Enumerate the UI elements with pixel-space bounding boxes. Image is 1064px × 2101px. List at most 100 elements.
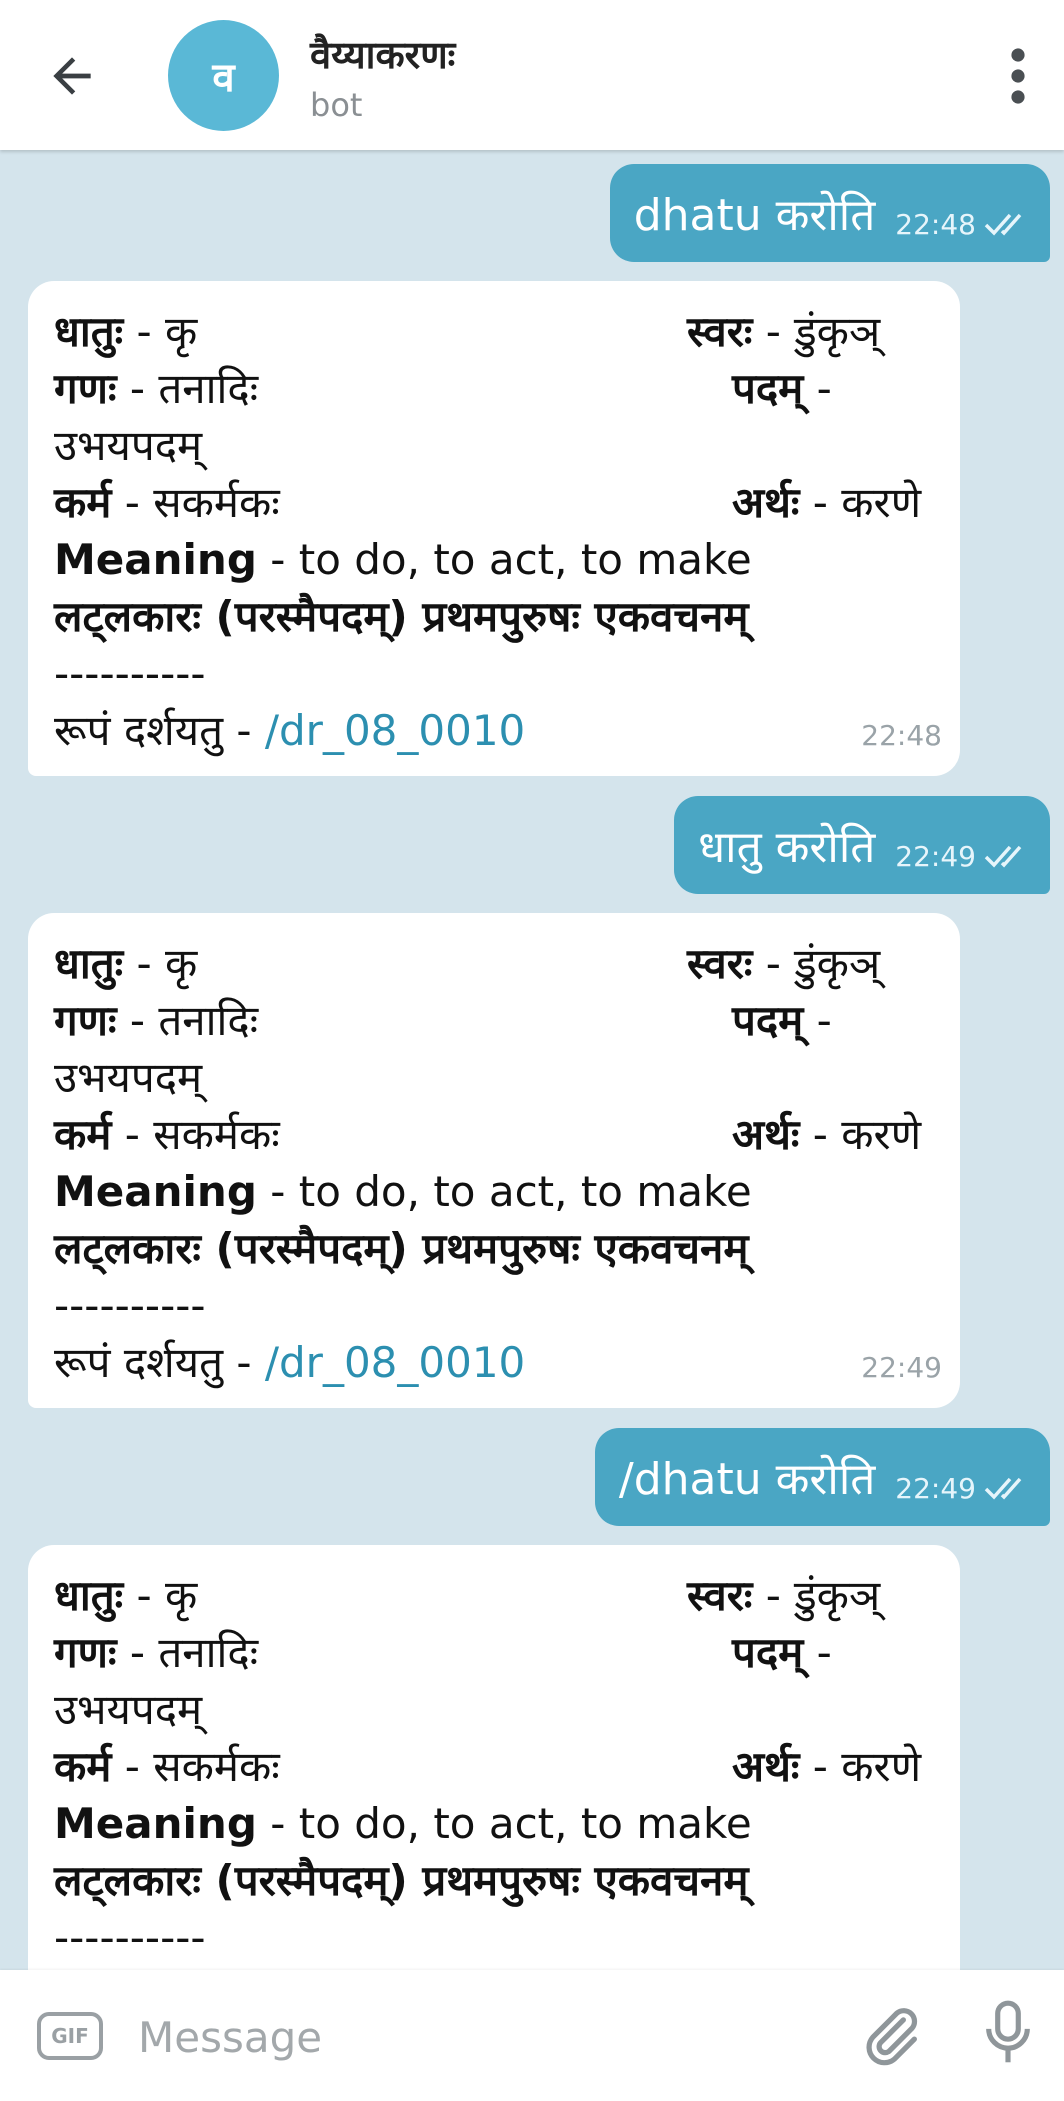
swara-label: स्वरः <box>687 1571 753 1620</box>
karma-value: - सकर्मकः <box>111 1742 280 1791</box>
pada-continued: उभयपदम् <box>54 1681 934 1738</box>
gana-value: - तनादिः <box>116 996 259 1045</box>
pada-field: पदम् - <box>732 360 832 417</box>
separator: ---------- <box>54 1913 206 1962</box>
pada-label: पदम् <box>732 1628 804 1677</box>
more-vertical-icon[interactable] <box>1000 46 1036 106</box>
artha-field: अर्थः - करणे <box>732 1106 921 1163</box>
chat-header: व वैय्याकरणः bot <box>0 0 1064 150</box>
double-check-icon <box>984 213 1022 236</box>
karma-row: कर्म - सकर्मकः अर्थः - करणे <box>54 1106 934 1163</box>
separator: ---------- <box>54 649 206 698</box>
message-text: /dhatu करोति <box>618 1454 876 1505</box>
message-input[interactable] <box>136 2000 840 2074</box>
artha-label: अर्थः <box>732 478 800 527</box>
arrow-left-icon[interactable] <box>44 48 100 104</box>
pada-cont-text: उभयपदम् <box>54 1685 203 1734</box>
swara-field: स्वरः - डुंकृञ् <box>687 1567 880 1624</box>
pada-field: पदम् - <box>732 1624 832 1681</box>
meaning-row: Meaning - to do, to act, to make <box>54 1163 934 1220</box>
double-check-icon <box>984 845 1022 868</box>
karma-label: कर्म <box>54 1742 112 1791</box>
karma-row: कर्म - सकर्मकः अर्थः - करणे <box>54 474 934 531</box>
artha-value: - करणे <box>799 478 922 527</box>
gana-value: - तनादिः <box>116 364 259 413</box>
artha-field: अर्थः - करणे <box>732 1738 921 1795</box>
swara-label: स्वरः <box>687 939 753 988</box>
karma-label: कर्म <box>54 478 112 527</box>
swara-value: - डुंकृञ् <box>752 1571 881 1620</box>
message-input-bar: GIF <box>0 1970 1064 2101</box>
artha-value: - करणे <box>799 1110 922 1159</box>
karma-row: कर्म - सकर्मकः अर्थः - करणे <box>54 1738 934 1795</box>
outgoing-message[interactable]: धातु करोति 22:49 <box>674 796 1050 894</box>
meaning-row: Meaning - to do, to act, to make <box>54 1795 934 1852</box>
incoming-message[interactable]: धातुः - कृ स्वरः - डुंकृञ् गणः - तनादिः … <box>28 913 960 1408</box>
dhatu-value: - कृ <box>123 307 198 356</box>
pada-value: - <box>803 1628 832 1677</box>
meaning-label: Meaning <box>54 535 257 584</box>
rupa-label: रूपं दर्शयतु - <box>54 1338 265 1387</box>
karma-value: - सकर्मकः <box>111 1110 280 1159</box>
pada-cont-text: उभयपदम् <box>54 1053 203 1102</box>
outgoing-message[interactable]: /dhatu करोति 22:49 <box>594 1428 1050 1526</box>
message-text: dhatu करोति <box>633 190 876 241</box>
message-text: धातु करोति <box>698 822 876 873</box>
incoming-message[interactable]: धातुः - कृ स्वरः - डुंकृञ् गणः - तनादिः … <box>28 281 960 776</box>
outgoing-message[interactable]: dhatu करोति 22:48 <box>609 164 1050 262</box>
rupa-link[interactable]: /dr_08_0010 <box>265 706 525 755</box>
separator: ---------- <box>54 1281 206 1330</box>
karma-label: कर्म <box>54 1110 112 1159</box>
message-list[interactable]: dhatu करोति 22:48 धातुः - कृ स्वरः - डुं… <box>0 150 1064 1970</box>
swara-field: स्वरः - डुंकृञ् <box>687 935 880 992</box>
meaning-value: - to do, to act, to make <box>256 1167 752 1216</box>
pada-cont-text: उभयपदम् <box>54 421 203 470</box>
artha-label: अर्थः <box>732 1742 800 1791</box>
dhatu-label: धातुः <box>54 939 124 988</box>
pada-continued: उभयपदम् <box>54 1049 934 1106</box>
swara-field: स्वरः - डुंकृञ् <box>687 303 880 360</box>
meaning-value: - to do, to act, to make <box>256 535 752 584</box>
pada-value: - <box>803 364 832 413</box>
pada-label: पदम् <box>732 364 804 413</box>
avatar[interactable]: व <box>168 20 279 131</box>
pada-label: पदम् <box>732 996 804 1045</box>
karma-value: - सकर्मकः <box>111 478 280 527</box>
gana-row: गणः - तनादिः पदम् - <box>54 992 934 1049</box>
pada-value: - <box>803 996 832 1045</box>
pada-field: पदम् - <box>732 992 832 1049</box>
gana-label: गणः <box>54 364 117 413</box>
message-meta: 22:49 <box>895 840 1030 873</box>
rupa-link[interactable]: /dr_08_0010 <box>265 1338 525 1387</box>
artha-field: अर्थः - करणे <box>732 474 921 531</box>
lakara-row: लट्लकारः (परस्मैपदम्) प्रथमपुरुषः एकवचनम… <box>54 1224 749 1273</box>
message-time: 22:49 <box>895 1471 976 1505</box>
gana-row: गणः - तनादिः पदम् - <box>54 1624 934 1681</box>
message-time: 22:48 <box>895 207 976 241</box>
paperclip-icon[interactable] <box>858 2002 924 2068</box>
incoming-message[interactable]: धातुः - कृ स्वरः - डुंकृञ् गणः - तनादिः … <box>28 1545 960 1970</box>
meaning-value: - to do, to act, to make <box>256 1799 752 1848</box>
dhatu-row: धातुः - कृ स्वरः - डुंकृञ् <box>54 303 934 360</box>
gana-row: गणः - तनादिः पदम् - <box>54 360 934 417</box>
gif-icon[interactable]: GIF <box>37 2012 103 2060</box>
dhatu-label: धातुः <box>54 1571 124 1620</box>
chat-title[interactable]: वैय्याकरणः <box>310 28 455 80</box>
microphone-icon[interactable] <box>982 1998 1034 2070</box>
message-time: 22:49 <box>895 839 976 873</box>
pada-continued: उभयपदम् <box>54 417 934 474</box>
dhatu-label: धातुः <box>54 307 124 356</box>
message-time: 22:48 <box>861 719 942 752</box>
message-meta: 22:49 <box>895 1472 1030 1505</box>
lakara-row: लट्लकारः (परस्मैपदम्) प्रथमपुरुषः एकवचनम… <box>54 592 749 641</box>
rupa-row: रूपं दर्शयतु - /dr_08_0010 <box>54 1334 934 1391</box>
dhatu-value: - कृ <box>123 1571 198 1620</box>
gana-label: गणः <box>54 1628 117 1677</box>
dhatu-row: धातुः - कृ स्वरः - डुंकृञ् <box>54 1567 934 1624</box>
swara-label: स्वरः <box>687 307 753 356</box>
rupa-label: रूपं दर्शयतु - <box>54 706 265 755</box>
meaning-label: Meaning <box>54 1799 257 1848</box>
meaning-row: Meaning - to do, to act, to make <box>54 531 934 588</box>
lakara-row: लट्लकारः (परस्मैपदम्) प्रथमपुरुषः एकवचनम… <box>54 1856 749 1905</box>
gana-value: - तनादिः <box>116 1628 259 1677</box>
